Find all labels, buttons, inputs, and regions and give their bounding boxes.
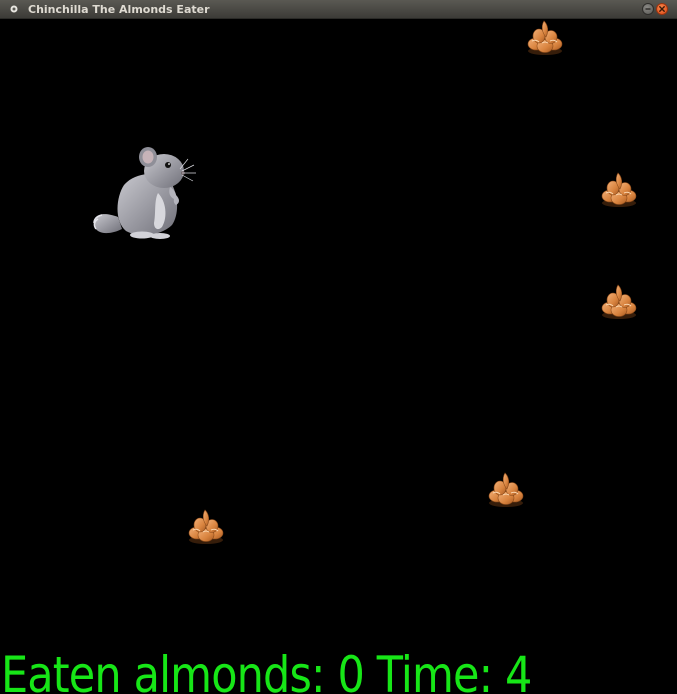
time-label: Time: bbox=[376, 646, 493, 694]
almond-sprite bbox=[488, 472, 524, 508]
almond-sprite bbox=[601, 172, 637, 208]
eaten-almonds-label: Eaten almonds: bbox=[1, 646, 326, 694]
time-value: 4 bbox=[505, 646, 532, 694]
almond-sprite bbox=[601, 284, 637, 320]
minimize-icon bbox=[645, 8, 651, 10]
game-canvas[interactable]: Eaten almonds: 0 Time: 4 bbox=[0, 19, 677, 694]
score-display: Eaten almonds: 0 Time: 4 bbox=[1, 650, 532, 694]
close-button[interactable] bbox=[656, 3, 668, 15]
almond-sprite bbox=[527, 20, 563, 56]
app-icon bbox=[8, 3, 20, 15]
minimize-button[interactable] bbox=[642, 3, 654, 15]
almond-sprite bbox=[188, 509, 224, 545]
eaten-almonds-count: 0 bbox=[337, 646, 364, 694]
chinchilla-sprite bbox=[93, 147, 196, 239]
close-icon bbox=[659, 6, 665, 12]
title-bar[interactable]: Chinchilla The Almonds Eater bbox=[0, 0, 677, 19]
game-window: Chinchilla The Almonds Eater Eaten almon… bbox=[0, 0, 677, 694]
window-title: Chinchilla The Almonds Eater bbox=[28, 2, 210, 16]
